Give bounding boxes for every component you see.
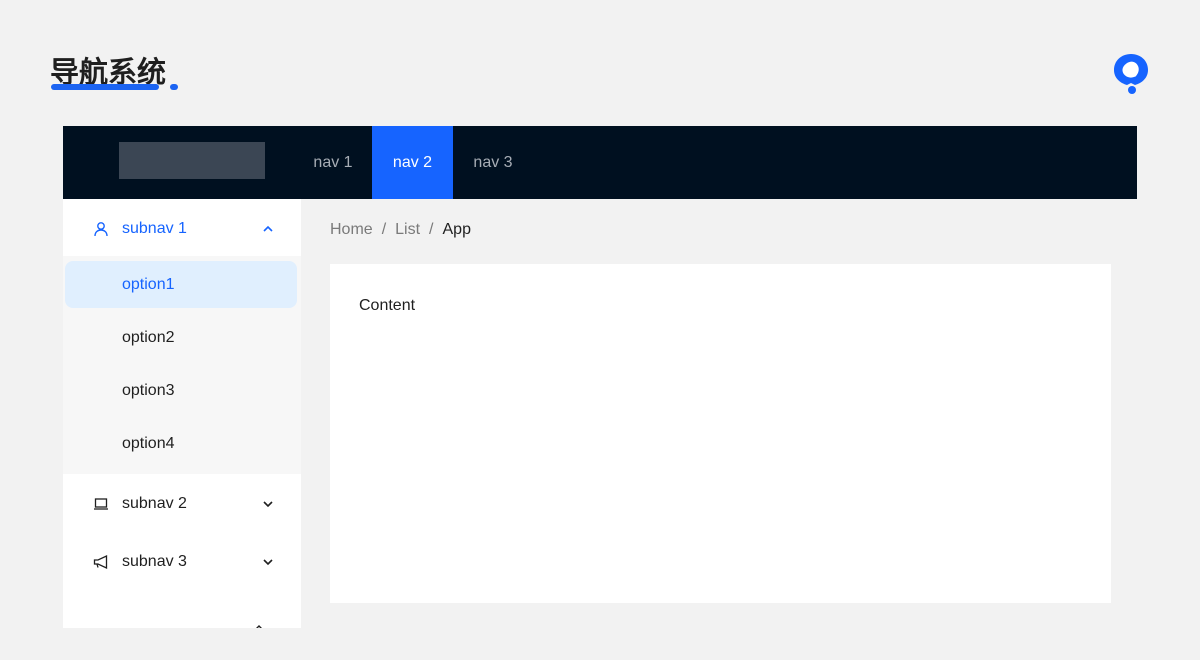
- menu-option-3[interactable]: option3: [65, 367, 297, 414]
- content-panel: Content: [330, 264, 1111, 603]
- title-underline: [51, 84, 159, 90]
- nav-item-2[interactable]: nav 2: [372, 126, 453, 199]
- laptop-icon: [92, 495, 110, 513]
- breadcrumb-separator: /: [381, 221, 387, 238]
- breadcrumb-item-app: App: [442, 221, 471, 238]
- chevron-down-icon: [261, 497, 275, 511]
- clipped-menu-text: [87, 621, 267, 628]
- brand-logo-icon: [1114, 54, 1148, 94]
- breadcrumb-item-list[interactable]: List: [395, 221, 420, 239]
- breadcrumb: Home / List / App: [330, 221, 471, 239]
- sidebar-menu: subnav 1 option1 option2 option3 option4…: [63, 199, 301, 628]
- logo-placeholder: [119, 142, 265, 179]
- nav-item-3[interactable]: nav 3: [453, 126, 533, 199]
- submenu-options: option1 option2 option3 option4: [63, 256, 301, 474]
- menu-option-4[interactable]: option4: [65, 420, 297, 467]
- chevron-up-icon: [261, 222, 275, 236]
- submenu-subnav-1[interactable]: subnav 1: [63, 201, 301, 257]
- content-text: Content: [359, 297, 416, 314]
- top-header: nav 1 nav 2 nav 3: [63, 126, 1137, 199]
- submenu-label: subnav 3: [122, 553, 187, 570]
- menu-option-2[interactable]: option2: [65, 314, 297, 361]
- user-icon: [92, 220, 110, 238]
- menu-option-1[interactable]: option1: [65, 261, 297, 308]
- notification-icon: [92, 553, 110, 571]
- nav-item-1[interactable]: nav 1: [293, 126, 373, 199]
- submenu-label: subnav 2: [122, 495, 187, 512]
- breadcrumb-item-home[interactable]: Home: [330, 221, 373, 239]
- chevron-down-icon: [261, 555, 275, 569]
- breadcrumb-separator: /: [429, 221, 434, 238]
- app-frame: nav 1 nav 2 nav 3 subnav 1 option1 optio…: [63, 126, 1137, 628]
- submenu-subnav-3[interactable]: subnav 3: [63, 534, 301, 590]
- submenu-subnav-2[interactable]: subnav 2: [63, 476, 301, 532]
- submenu-label: subnav 1: [122, 220, 187, 237]
- title-underline-dot: [170, 84, 178, 90]
